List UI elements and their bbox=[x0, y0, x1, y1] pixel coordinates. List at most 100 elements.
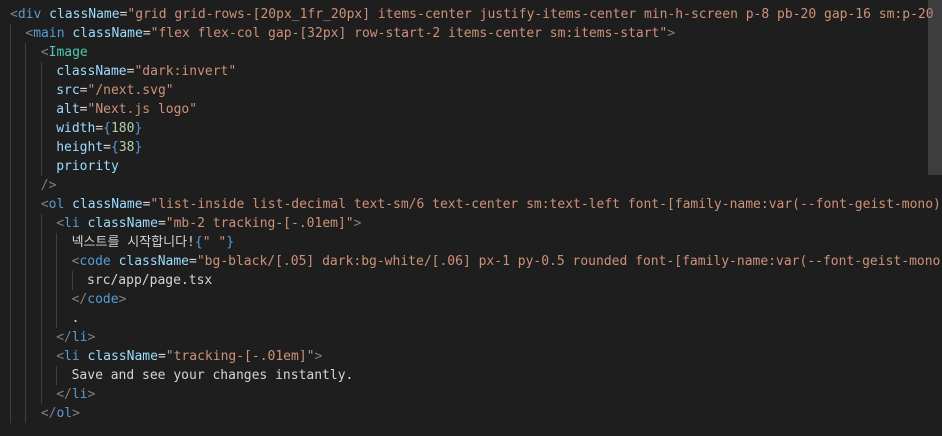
code-token: Save and see your changes instantly. bbox=[71, 368, 354, 383]
code-token: height bbox=[56, 140, 104, 155]
code-token: = bbox=[157, 349, 166, 364]
code-token: "grid grid-rows-[20px_1fr_20px] items-ce… bbox=[127, 7, 942, 22]
indent-guide bbox=[10, 81, 11, 100]
code-line-text: width={180} bbox=[56, 119, 142, 138]
indent-guide bbox=[40, 328, 42, 347]
code-token: 넥스트를 시작합니다! bbox=[71, 235, 195, 250]
code-token: src bbox=[56, 83, 80, 98]
code-token: { bbox=[103, 121, 111, 136]
indent-guide bbox=[10, 100, 11, 119]
code-line[interactable]: <main className="flex flex-col gap-[32px… bbox=[0, 24, 942, 43]
code-line[interactable]: Save and see your changes instantly. bbox=[0, 366, 942, 385]
code-line[interactable]: <li className="tracking-[-.01em]"> bbox=[0, 347, 942, 366]
code-token: = bbox=[95, 121, 104, 136]
code-editor[interactable]: <div className="grid grid-rows-[20px_1fr… bbox=[0, 0, 942, 436]
indent-guide bbox=[25, 43, 27, 62]
indent-guide bbox=[25, 138, 27, 157]
code-token: className bbox=[118, 254, 190, 269]
code-line[interactable]: </ol> bbox=[0, 404, 942, 423]
indent-guide bbox=[10, 62, 11, 81]
code-token: = bbox=[189, 254, 197, 269]
indent-guide bbox=[10, 176, 11, 195]
code-line-text: <code className="bg-black/[.05] dark:bg-… bbox=[72, 252, 942, 271]
code-token: className bbox=[72, 197, 143, 212]
code-token: </ bbox=[71, 292, 88, 307]
code-line-text: </ol> bbox=[41, 404, 80, 423]
vertical-scrollbar[interactable] bbox=[928, 0, 942, 436]
code-line-text: </li> bbox=[56, 328, 95, 347]
code-lines: <div className="grid grid-rows-[20px_1fr… bbox=[0, 5, 942, 423]
scrollbar-thumb[interactable] bbox=[928, 0, 942, 175]
indent-guide bbox=[40, 271, 42, 290]
code-token: " " bbox=[202, 235, 227, 250]
indent-guide bbox=[25, 252, 27, 271]
code-line[interactable]: <ol className="list-inside list-decimal … bbox=[0, 195, 942, 214]
indent-guide bbox=[56, 252, 58, 271]
code-token: className bbox=[87, 349, 158, 364]
code-line[interactable]: <li className="mb-2 tracking-[-.01em]"> bbox=[0, 214, 942, 233]
indent-guide bbox=[10, 366, 11, 385]
code-token: className bbox=[56, 64, 127, 79]
indent-guide bbox=[25, 366, 27, 385]
code-line[interactable]: . bbox=[0, 309, 942, 328]
indent-guide bbox=[25, 195, 27, 214]
code-token: = bbox=[79, 83, 88, 98]
indent-guide bbox=[40, 385, 42, 404]
indent-guide bbox=[40, 214, 42, 233]
code-token: "bg-black/[.05] dark:bg-white/[.06] px-1… bbox=[196, 254, 942, 269]
indent-guide bbox=[25, 290, 27, 309]
code-token: "mb-2 tracking-[-.01em]" bbox=[165, 216, 354, 231]
code-token: li bbox=[71, 387, 88, 402]
indent-guide bbox=[25, 100, 27, 119]
code-line[interactable]: <Image bbox=[0, 43, 942, 62]
code-token: "flex flex-col gap-[32px] row-start-2 it… bbox=[150, 26, 668, 41]
indent-guide bbox=[25, 404, 27, 423]
code-line[interactable]: src/app/page.tsx bbox=[0, 271, 942, 290]
code-token: className bbox=[72, 26, 143, 41]
code-line[interactable]: /> bbox=[0, 176, 942, 195]
indent-guide bbox=[10, 271, 11, 290]
code-line[interactable]: src="/next.svg" bbox=[0, 81, 942, 100]
code-token: . bbox=[71, 311, 80, 326]
code-token: { bbox=[194, 235, 203, 250]
code-line[interactable]: <div className="grid grid-rows-[20px_1fr… bbox=[0, 5, 942, 24]
indent-guide bbox=[40, 252, 42, 271]
indent-guide bbox=[56, 271, 58, 290]
indent-guide bbox=[25, 62, 27, 81]
code-line[interactable]: 넥스트를 시작합니다!{" "} bbox=[0, 233, 942, 252]
code-line-text: <li className="mb-2 tracking-[-.01em]"> bbox=[56, 214, 361, 233]
indent-guide bbox=[40, 138, 42, 157]
code-line[interactable]: height={38} bbox=[0, 138, 942, 157]
code-line[interactable]: </code> bbox=[0, 290, 942, 309]
indent-guide bbox=[71, 271, 73, 290]
code-line[interactable]: </li> bbox=[0, 328, 942, 347]
code-token: </ bbox=[56, 330, 72, 345]
code-token: < bbox=[56, 216, 65, 231]
code-line[interactable]: </li> bbox=[0, 385, 942, 404]
code-line[interactable]: width={180} bbox=[0, 119, 942, 138]
indent-guide bbox=[10, 157, 11, 176]
indent-guide bbox=[10, 385, 11, 404]
code-token: > bbox=[353, 216, 362, 231]
indent-guide bbox=[25, 176, 27, 195]
code-line-text: Save and see your changes instantly. bbox=[72, 366, 354, 385]
code-line[interactable]: alt="Next.js logo" bbox=[0, 100, 942, 119]
code-line-text: </code> bbox=[72, 290, 127, 309]
code-token: li bbox=[64, 216, 80, 231]
indent-guide bbox=[25, 119, 27, 138]
indent-guide bbox=[25, 81, 27, 100]
indent-guide bbox=[40, 290, 42, 309]
code-token: < bbox=[10, 7, 18, 22]
code-token: li bbox=[71, 330, 88, 345]
code-line[interactable]: <code className="bg-black/[.05] dark:bg-… bbox=[0, 252, 942, 271]
code-token: className bbox=[87, 216, 158, 231]
code-line[interactable]: priority bbox=[0, 157, 942, 176]
code-token: } bbox=[226, 235, 235, 250]
code-token: /> bbox=[40, 178, 57, 193]
code-token: 180 bbox=[110, 121, 135, 136]
code-line[interactable]: className="dark:invert" bbox=[0, 62, 942, 81]
code-token: Image bbox=[48, 45, 88, 60]
code-token: "dark:invert" bbox=[134, 64, 237, 79]
